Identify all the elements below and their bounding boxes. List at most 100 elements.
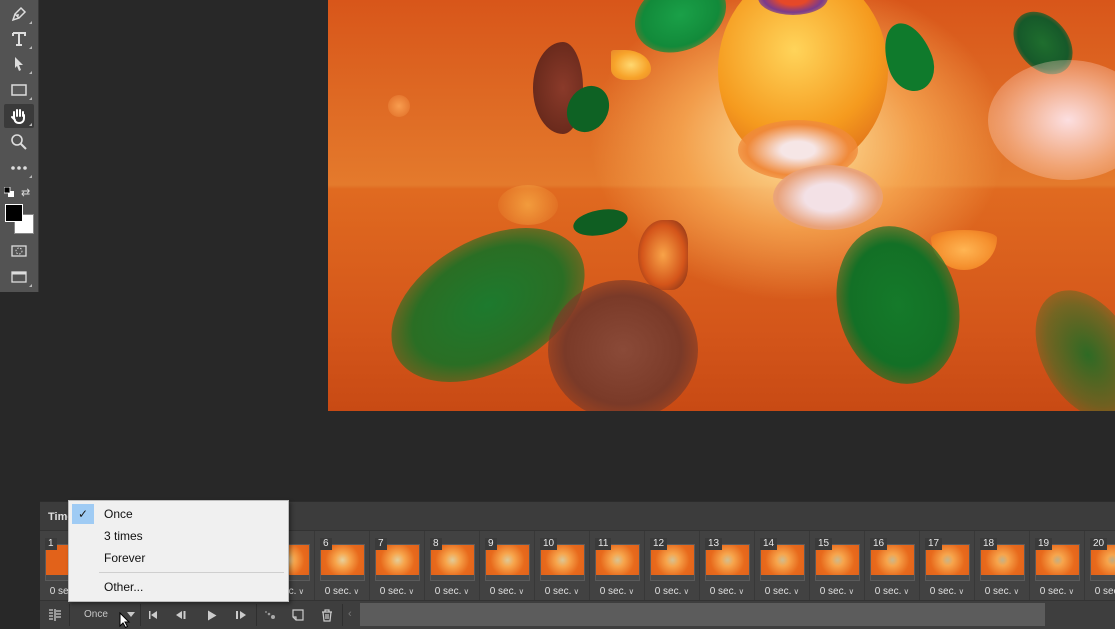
separator — [342, 604, 343, 626]
menu-item-3-times[interactable]: 3 times — [71, 525, 286, 547]
frame-delay-select[interactable]: 0 sec.∨ — [370, 586, 424, 597]
animation-frame[interactable]: 9 0 sec. ∨ — [480, 531, 535, 600]
frames-scrollbar-thumb[interactable] — [360, 603, 1045, 626]
hand-tool[interactable] — [4, 104, 34, 128]
rectangle-tool[interactable] — [4, 78, 34, 102]
frame-delay-select[interactable]: 0 sec.∨ — [810, 586, 864, 597]
checkmark-icon: ✓ — [72, 504, 94, 524]
blurred-orange-right — [988, 60, 1115, 180]
frame-delay-value: 0 sec. — [654, 586, 682, 597]
animation-frame[interactable]: 7 0 sec. ∨ — [370, 531, 425, 600]
frame-thumbnail-footer — [595, 575, 640, 581]
previous-frame-icon — [176, 611, 186, 619]
frame-thumbnail-footer — [815, 575, 860, 581]
animation-frame[interactable]: 19 0 sec. ∨ — [1030, 531, 1085, 600]
frame-number: 1 — [45, 538, 57, 550]
previous-frame-button[interactable] — [171, 601, 191, 629]
leaf-middle — [571, 205, 630, 240]
quick-mask-button[interactable] — [4, 239, 34, 263]
menu-item-once[interactable]: ✓ Once — [71, 503, 286, 525]
frame-delay-value: 0 sec. — [1039, 586, 1067, 597]
animation-frame[interactable]: 6 0 sec. ∨ — [315, 531, 370, 600]
frame-number: 20 — [1090, 538, 1108, 550]
swap-colors-icon[interactable]: ⇄ — [21, 186, 30, 199]
chevron-down-icon: ∨ — [518, 587, 525, 596]
frame-delay-select[interactable]: 0 sec.∨ — [920, 586, 974, 597]
loop-options-menu: ✓ Once 3 times Forever Other... — [68, 500, 289, 602]
delete-frame-button[interactable] — [317, 601, 337, 629]
frame-delay-select[interactable]: 0 sec.∨ — [425, 586, 479, 597]
frame-delay-select[interactable]: 0 sec.∨ — [975, 586, 1029, 597]
scroll-left-arrow[interactable]: ‹ — [348, 608, 352, 620]
orange-peel-spiral-end — [773, 165, 883, 230]
animation-frame[interactable]: 8 0 sec. ∨ — [425, 531, 480, 600]
zoom-tool[interactable] — [4, 130, 34, 154]
duplicate-frame-button[interactable] — [288, 601, 308, 629]
frame-thumbnail-footer — [1090, 575, 1115, 581]
next-frame-icon — [236, 611, 246, 619]
frame-number: 10 — [540, 538, 558, 550]
frame-delay-select[interactable]: 0 sec.∨ — [480, 586, 534, 597]
menu-item-label: 3 times — [104, 529, 143, 543]
frame-delay-select[interactable]: 0 sec.∨ — [590, 586, 644, 597]
animation-frame[interactable]: 16 0 sec. ∨ — [865, 531, 920, 600]
animation-frame[interactable]: 12 0 sec. ∨ — [645, 531, 700, 600]
animation-frame[interactable]: 11 0 sec. ∨ — [590, 531, 645, 600]
menu-item-forever[interactable]: Forever — [71, 547, 286, 569]
animation-frame[interactable]: 20 0 sec.∨ — [1085, 531, 1115, 600]
frame-number: 13 — [705, 538, 723, 550]
chevron-down-icon: ∨ — [1068, 587, 1075, 596]
frame-delay-select[interactable]: 0 sec.∨ — [700, 586, 754, 597]
separator — [256, 604, 257, 626]
animation-frame[interactable]: 10 0 sec. ∨ — [535, 531, 590, 600]
pen-tool[interactable] — [4, 2, 34, 26]
frame-delay-select[interactable]: 0 sec.∨ — [645, 586, 699, 597]
orange-wedge-small — [611, 50, 651, 80]
frame-thumbnail-footer — [705, 575, 750, 581]
path-selection-tool[interactable] — [4, 52, 34, 76]
frame-number: 12 — [650, 538, 668, 550]
frame-delay-select[interactable]: 0 sec.∨ — [1030, 586, 1084, 597]
frame-delay-select[interactable]: 0 sec.∨ — [755, 586, 809, 597]
animation-frame[interactable]: 14 0 sec. ∨ — [755, 531, 810, 600]
more-tools[interactable] — [4, 156, 34, 180]
frame-delay-select[interactable]: 0 sec.∨ — [535, 586, 589, 597]
tween-button[interactable] — [260, 601, 280, 629]
chevron-down-icon: ∨ — [298, 587, 305, 596]
frame-number: 14 — [760, 538, 778, 550]
chevron-down-icon: ∨ — [353, 587, 360, 596]
menu-item-label: Other... — [104, 580, 144, 594]
animation-frame[interactable]: 18 0 sec. ∨ — [975, 531, 1030, 600]
frame-thumbnail-footer — [980, 575, 1025, 581]
frame-delay-select[interactable]: 0 sec.∨ — [1085, 586, 1115, 597]
menu-item-label: Once — [104, 507, 133, 521]
play-button[interactable] — [202, 601, 222, 629]
arrow-icon — [15, 57, 23, 71]
animation-frame[interactable]: 17 0 sec. ∨ — [920, 531, 975, 600]
screen-mode-button[interactable] — [4, 265, 34, 289]
document-canvas[interactable] — [328, 0, 1115, 411]
frame-thumbnail-footer — [650, 575, 695, 581]
next-frame-button[interactable] — [231, 601, 251, 629]
timeline-footer: Once ‹ — [40, 600, 1115, 629]
animation-frame[interactable]: 15 0 sec. ∨ — [810, 531, 865, 600]
menu-item-other[interactable]: Other... — [71, 576, 286, 598]
frame-delay-select[interactable]: 0 sec.∨ — [865, 586, 919, 597]
frame-delay-select[interactable]: 0 sec.∨ — [315, 586, 369, 597]
default-colors-icon[interactable] — [4, 187, 14, 197]
chevron-down-icon: ∨ — [408, 587, 415, 596]
frame-delay-value: 0 sec. — [599, 586, 627, 597]
first-frame-button[interactable] — [143, 601, 163, 629]
blurred-orange-half — [548, 280, 698, 411]
foreground-color-swatch[interactable] — [5, 204, 23, 222]
frame-number: 6 — [320, 538, 332, 550]
timeline-convert-icon — [49, 609, 61, 621]
frame-delay-value: 0 sec. — [489, 586, 517, 597]
magnifier-icon — [11, 134, 27, 150]
chevron-down-icon: ∨ — [1013, 587, 1020, 596]
animation-frame[interactable]: 13 0 sec. ∨ — [700, 531, 755, 600]
type-tool[interactable] — [4, 27, 34, 51]
convert-to-video-timeline-button[interactable] — [44, 601, 66, 629]
mouse-cursor-icon — [119, 612, 131, 628]
menu-separator — [99, 572, 284, 573]
